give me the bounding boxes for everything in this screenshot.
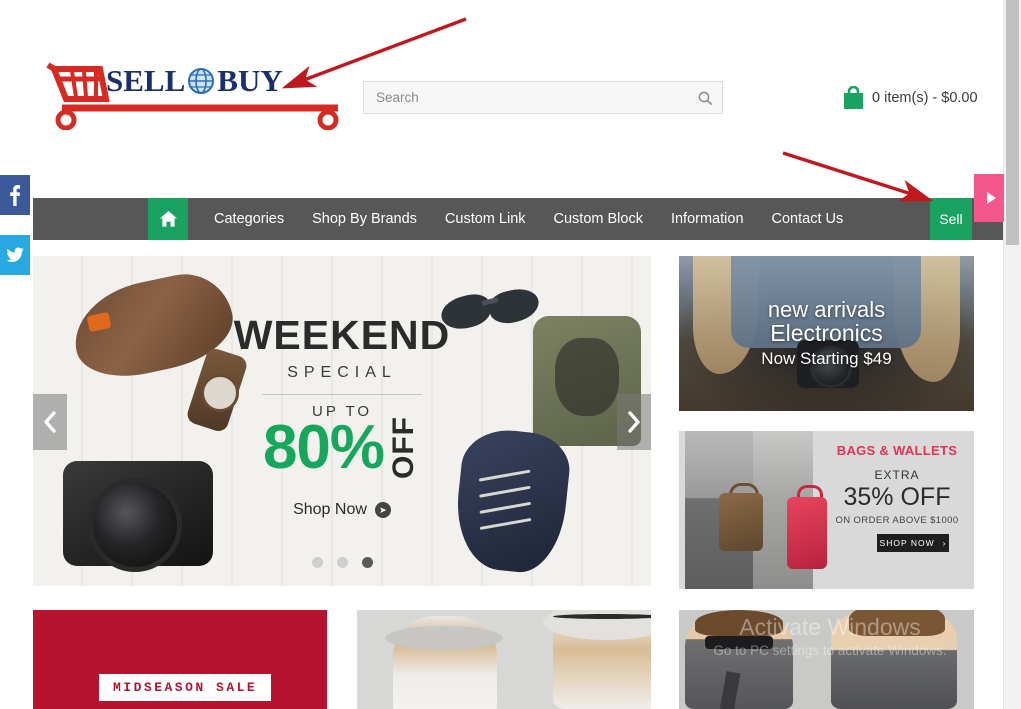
page-viewport: SELL BUY Search 0 item(s) - $0.00 Catego… [0, 0, 1004, 709]
carousel-dot-2[interactable] [336, 557, 348, 568]
slide-percent: 80% [262, 412, 385, 482]
banner-bags-condition: ON ORDER ABOVE $1000 [835, 515, 959, 526]
nav-item-custom-block[interactable]: Custom Block [540, 198, 657, 240]
tile-midseason-label: MIDSEASON SALE [99, 674, 272, 701]
banner-line-3: Now Starting $49 [761, 349, 892, 369]
tile-male-model-hair [695, 610, 783, 636]
slide-shop-now-label: Shop Now [293, 501, 367, 518]
slide-discount: 80% OFF [263, 416, 421, 479]
nav-home-button[interactable] [148, 198, 188, 240]
carousel-dot-1[interactable] [311, 557, 323, 568]
cart-summary[interactable]: 0 item(s) - $0.00 [843, 84, 978, 112]
nav-item-information[interactable]: Information [657, 198, 758, 240]
search-icon [698, 91, 712, 105]
chevron-right-icon: › [942, 538, 947, 548]
search-box [363, 81, 723, 114]
banner-bags-title: BAGS & WALLETS [836, 443, 958, 458]
nav-item-contact-us[interactable]: Contact Us [758, 198, 858, 240]
banner-new-arrivals-electronics[interactable]: new arrivals Electronics Now Starting $4… [679, 256, 974, 411]
scrollbar-thumb[interactable] [1006, 0, 1019, 245]
tile-midseason-sale[interactable]: MIDSEASON SALE [33, 610, 327, 709]
banner-bags-percent: 35% OFF [843, 483, 951, 511]
nav-items: Categories Shop By Brands Custom Link Cu… [200, 198, 857, 240]
banner-line-2: Electronics [770, 320, 883, 347]
play-triangle-icon [987, 192, 996, 204]
slide-off-label: OFF [387, 416, 421, 479]
page-content: WEEKEND SPECIAL UP TO 80% OFF Shop Now ➤ [0, 240, 1004, 709]
tile-womens-fashion[interactable] [357, 610, 651, 709]
tile-mens-fashion[interactable] [679, 610, 974, 709]
banner-bags-brown-bag [719, 493, 763, 551]
site-logo[interactable]: SELL BUY [40, 55, 350, 130]
tile-model-hat-band [553, 614, 651, 619]
hero-carousel[interactable]: WEEKEND SPECIAL UP TO 80% OFF Shop Now ➤ [33, 256, 651, 586]
facebook-icon [10, 185, 21, 206]
chevron-right-circle-icon: ➤ [374, 502, 391, 518]
search-button[interactable] [692, 86, 718, 110]
logo-text-buy: BUY [217, 63, 283, 98]
site-header: SELL BUY Search 0 item(s) - $0.00 [0, 0, 1004, 176]
chevron-left-icon [44, 411, 56, 433]
nav-sell-button[interactable]: Sell [930, 198, 972, 240]
slide-title: WEEKEND [233, 312, 451, 358]
sunglasses-icon [705, 636, 773, 649]
social-tab-facebook[interactable] [0, 175, 30, 215]
nav-item-custom-link[interactable]: Custom Link [431, 198, 540, 240]
carousel-slide-text: WEEKEND SPECIAL UP TO 80% OFF Shop Now ➤ [33, 256, 651, 586]
logo-text-sell: SELL [106, 63, 186, 98]
search-input[interactable] [364, 82, 684, 113]
banner-bags-shop-now-button[interactable]: SHOP NOW › [877, 534, 949, 552]
chevron-right-icon [628, 411, 640, 433]
browser-page: SELL BUY Search 0 item(s) - $0.00 Catego… [0, 0, 1021, 709]
cart-label: 0 item(s) - $0.00 [872, 90, 978, 106]
tile-male-model-hair-back [849, 610, 945, 636]
globe-icon [188, 68, 215, 94]
banner-bags-and-wallets[interactable]: BAGS & WALLETS EXTRA 35% OFF ON ORDER AB… [679, 431, 974, 589]
nav-item-categories[interactable]: Categories [200, 198, 298, 240]
carousel-dot-3[interactable] [361, 557, 373, 568]
banner-bags-shop-now-label: SHOP NOW [879, 538, 935, 548]
slide-divider [262, 394, 422, 395]
slide-out-toggle[interactable] [974, 174, 1004, 222]
slide-shop-now-button[interactable]: Shop Now ➤ [293, 501, 391, 519]
home-icon [159, 211, 177, 227]
tile-model-hat [385, 626, 503, 650]
carousel-next-button[interactable] [617, 394, 651, 450]
main-navigation: Categories Shop By Brands Custom Link Cu… [33, 198, 1004, 240]
shopping-bag-icon [844, 86, 863, 109]
slide-subtitle: SPECIAL [287, 364, 397, 381]
banner-bags-red-bag [787, 497, 827, 569]
carousel-prev-button[interactable] [33, 394, 67, 450]
vertical-scrollbar[interactable] [1003, 0, 1021, 709]
nav-item-shop-by-brands[interactable]: Shop By Brands [298, 198, 431, 240]
carousel-dots [33, 557, 651, 568]
banner-line-1: new arrivals [767, 296, 886, 322]
banner-text: new arrivals Electronics Now Starting $4… [679, 256, 974, 411]
banner-bags-extra: EXTRA [874, 468, 920, 482]
